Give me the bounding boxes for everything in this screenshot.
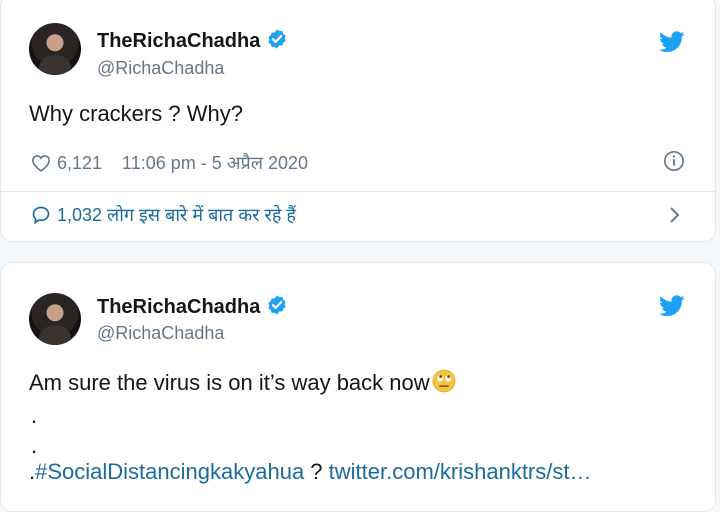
tweet-text: Why crackers ? Why? — [29, 101, 243, 126]
twitter-bird-icon[interactable] — [659, 295, 685, 317]
tweet-text-separator: ? — [304, 459, 329, 484]
tweet-card[interactable]: TheRichaChadha @RichaChadha Am sure the … — [0, 262, 716, 512]
tweet-text-dot: . — [31, 433, 38, 458]
chevron-right-icon[interactable] — [667, 206, 681, 224]
display-name-row[interactable]: TheRichaChadha — [97, 294, 288, 319]
divider — [1, 191, 715, 192]
hashtag-link[interactable]: #SocialDistancingkakyahua — [35, 459, 304, 484]
tweet-text: Am sure the virus is on it’s way back no… — [29, 369, 456, 396]
verified-badge-icon — [268, 29, 286, 49]
info-icon[interactable] — [663, 150, 685, 172]
verified-badge-icon — [268, 295, 286, 315]
tweet-card[interactable]: TheRichaChadha @RichaChadha Why crackers… — [0, 0, 716, 242]
handle[interactable]: @RichaChadha — [97, 323, 224, 344]
face-with-rolling-eyes-emoji — [432, 369, 456, 393]
timestamp[interactable]: 11:06 pm - 5 अप्रैल 2020 — [122, 151, 308, 175]
twitter-bird-icon[interactable] — [659, 31, 685, 53]
tweet-text-body: Am sure the virus is on it’s way back no… — [29, 370, 430, 395]
display-name[interactable]: TheRichaChadha — [97, 296, 260, 318]
display-name-row[interactable]: TheRichaChadha — [97, 28, 288, 53]
display-name[interactable]: TheRichaChadha — [97, 30, 260, 52]
heart-icon[interactable] — [31, 154, 51, 172]
conversation-text[interactable]: 1,032 लोग इस बारे में बात कर रहे हैं — [57, 203, 296, 227]
avatar[interactable] — [29, 23, 81, 75]
url-link[interactable]: twitter.com/krishanktrs/st… — [329, 459, 592, 484]
tweet-meta: 6,121 11:06 pm - 5 अप्रैल 2020 — [31, 151, 308, 175]
handle[interactable]: @RichaChadha — [97, 58, 224, 79]
avatar[interactable] — [29, 293, 81, 345]
reply-bubble-icon — [32, 206, 50, 225]
conversation-link[interactable]: 1,032 लोग इस बारे में बात कर रहे हैं — [31, 203, 296, 227]
tweet-text-line: .#SocialDistancingkakyahua ? twitter.com… — [29, 459, 592, 485]
like-count: 6,121 — [57, 152, 103, 173]
tweet-text-dot: . — [31, 403, 38, 428]
